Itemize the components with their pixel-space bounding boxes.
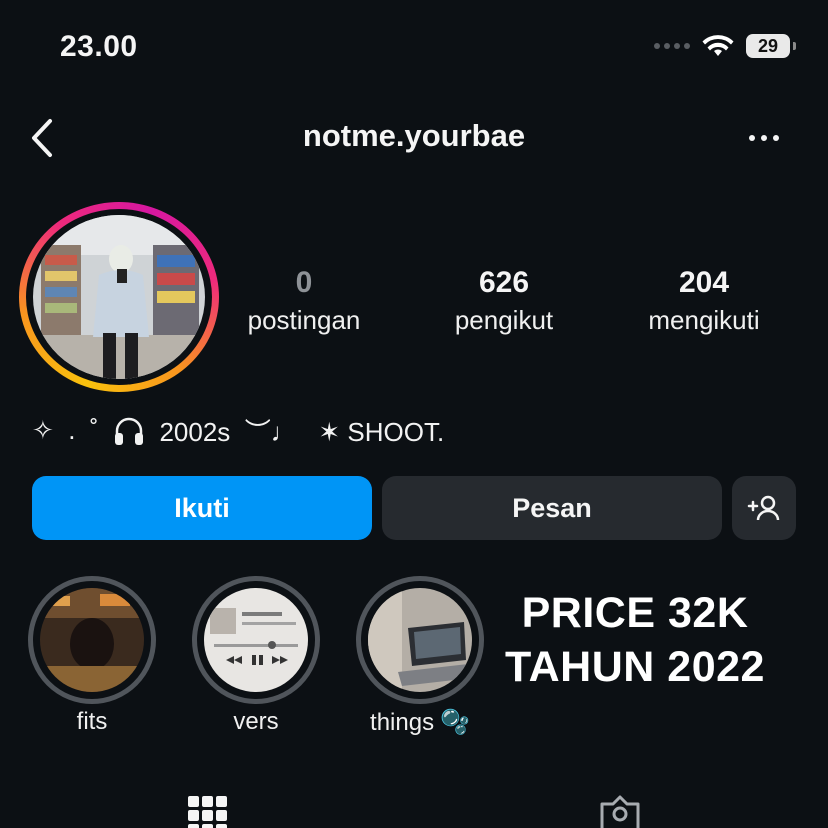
stat-posts-count: 0 <box>295 266 313 299</box>
highlight-label: vers <box>233 708 279 735</box>
highlight-cover <box>368 588 472 692</box>
highlight-things[interactable]: things 🫧 <box>356 576 484 737</box>
stat-followers-count: 626 <box>478 266 530 299</box>
stat-followers-label: pengikut <box>454 305 554 335</box>
highlight-label: things <box>370 708 435 736</box>
more-icon <box>749 135 755 141</box>
add-person-icon <box>747 495 780 521</box>
stat-posts-label: postingan <box>247 305 361 335</box>
suggest-people-button[interactable] <box>732 476 796 540</box>
message-button[interactable]: Pesan <box>382 476 722 540</box>
promo-overlay-text: PRICE 32K TAHUN 2022 <box>480 586 790 694</box>
avatar <box>33 215 205 379</box>
stat-following-count: 204 <box>678 266 730 299</box>
stat-posts[interactable]: 0 postingan <box>204 266 404 340</box>
grid-icon <box>188 796 227 828</box>
wifi-icon <box>702 35 734 56</box>
bubbles-emoji: 🫧 <box>440 709 470 736</box>
stat-followers[interactable]: 626 pengikut <box>404 266 604 340</box>
profile-stats: 0 postingan 626 pengikut 204 mengikuti <box>204 266 804 340</box>
headphones-icon <box>115 417 144 445</box>
highlight-cover <box>40 588 144 692</box>
battery-level: 29 <box>757 35 779 56</box>
profile-screen: 23.00 29 notme.yourbae 0 postingan 626 p… <box>0 0 828 828</box>
status-icons: 29 <box>654 34 796 58</box>
promo-line-2: TAHUN 2022 <box>505 643 765 691</box>
highlight-fits[interactable]: fits <box>28 576 156 736</box>
more-options-button[interactable] <box>740 122 788 154</box>
stat-following-label: mengikuti <box>648 305 760 335</box>
bio-text-end: 2002s ︶♩ ✶ SHOOT. <box>145 417 445 447</box>
signal-icon <box>654 43 690 49</box>
tab-tagged[interactable] <box>596 792 644 828</box>
highlight-vers[interactable]: vers <box>192 576 320 736</box>
profile-avatar-story-ring[interactable] <box>19 202 219 392</box>
highlight-label: fits <box>76 708 108 735</box>
status-time: 23.00 <box>60 30 138 63</box>
tagged-icon <box>600 795 640 828</box>
tab-posts-grid[interactable] <box>186 792 234 828</box>
highlight-cover <box>204 588 308 692</box>
follow-button[interactable]: Ikuti <box>32 476 372 540</box>
promo-line-1: PRICE 32K <box>521 589 749 637</box>
profile-username: notme.yourbae <box>302 118 526 153</box>
bio-text-start: ✧ . ˚ <box>32 415 114 445</box>
profile-bio: ✧ . ˚ 2002s ︶♩ ✶ SHOOT. <box>32 412 444 449</box>
battery-icon: 29 <box>746 34 796 58</box>
stat-following[interactable]: 204 mengikuti <box>604 266 804 340</box>
